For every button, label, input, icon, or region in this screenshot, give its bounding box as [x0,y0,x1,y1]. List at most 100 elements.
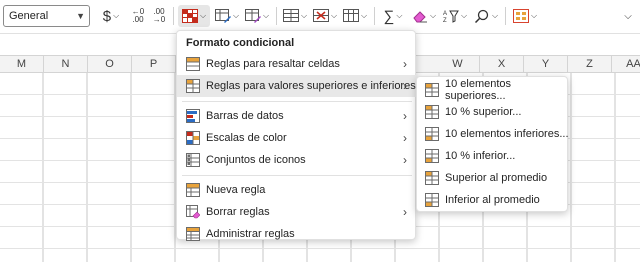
conditional-formatting-menu: Formato condicional Reglas para resaltar… [176,30,417,241]
autosum-button[interactable]: ∑ ⌵ [379,5,407,27]
submenu-item-label: Superior al promedio [445,172,548,184]
submenu-item-below-average[interactable]: Inferior al promedio [417,189,569,211]
add-ins-icon [512,9,529,23]
delete-cells-button[interactable]: ⌵ [311,5,339,27]
toolbar-divider [374,7,375,25]
submenu-item-bottom-10-items[interactable]: 10 elementos inferiores... [417,123,569,145]
decrease-decimals-button[interactable]: .00 →0 [150,5,168,27]
below-average-icon [425,193,439,207]
chevron-down-icon: ⌵ [491,11,499,20]
column-header-y[interactable]: Y [524,56,568,73]
search-icon [474,9,489,23]
sort-filter-button[interactable]: A Z ⌵ [441,5,469,27]
submenu-item-top-10-items[interactable]: 10 elementos superiores... [417,78,569,102]
bottom-10-percent-icon [425,149,439,163]
highlight-rules-icon [186,57,200,71]
menu-item-clear-rules[interactable]: Borrar reglas › [177,201,417,223]
menu-item-label: Conjuntos de iconos [206,154,306,166]
menu-item-label: Reglas para valores superiores e inferio… [206,80,416,92]
menu-item-data-bars[interactable]: Barras de datos › [177,105,417,127]
top-10-items-icon [425,83,439,97]
chevron-down-icon: ⌵ [113,11,120,20]
column-header-p[interactable]: P [132,56,176,73]
column-header-x[interactable]: X [480,56,524,73]
menu-item-label: Reglas para resaltar celdas [206,58,340,70]
submenu-item-label: 10 % inferior... [445,150,516,162]
chevron-right-icon: › [403,205,407,219]
menu-item-label: Barras de datos [206,110,284,122]
format-cells-button[interactable]: ⌵ [341,5,369,27]
clear-rules-icon [186,205,200,219]
above-average-icon [425,171,439,185]
column-header-o[interactable]: O [88,56,132,73]
currency-format-button[interactable]: $ ⌵ [97,5,125,27]
new-rule-icon [186,183,200,197]
conditional-formatting-icon [181,9,198,23]
increase-decimals-button[interactable]: ←0 .00 [129,5,147,27]
manage-rules-icon [186,227,200,241]
insert-cells-button[interactable]: ⌵ [281,5,309,27]
bottom-10-items-icon [425,127,439,141]
chevron-down-icon: ⌵ [232,11,240,20]
cell-styles-button[interactable]: ⌵ [243,5,271,27]
chevron-down-icon: ⌵ [460,11,468,20]
toolbar-divider [276,7,277,25]
ribbon-collapse-button[interactable]: ⌵ [618,5,638,27]
chevron-down-icon: ⌵ [199,11,207,20]
menu-item-color-scales[interactable]: Escalas de color › [177,127,417,149]
column-header-z[interactable]: Z [568,56,612,73]
column-header-w[interactable]: W [436,56,480,73]
data-bars-icon [186,109,200,123]
chevron-down-icon: ⌵ [429,11,437,20]
chevron-right-icon: › [403,109,407,123]
icon-sets-icon [186,153,200,167]
top-10-percent-icon [425,105,439,119]
clear-button[interactable]: ⌵ [410,5,438,27]
menu-item-highlight-cells-rules[interactable]: Reglas para resaltar celdas › [177,53,417,75]
svg-text:Z: Z [443,18,447,23]
menu-item-new-rule[interactable]: Nueva regla [177,179,417,201]
menu-item-label: Borrar reglas [206,206,270,218]
menu-title: Formato condicional [186,37,295,49]
chevron-down-icon: ⌵ [330,11,338,20]
format-cells-icon [342,9,359,22]
add-ins-button[interactable]: ⌵ [510,5,540,27]
chevron-down-icon: ⌵ [624,10,632,22]
toolbar-divider [505,7,506,25]
format-as-table-button[interactable]: ⌵ [213,5,241,27]
autosum-icon: ∑ [383,7,395,25]
delete-cells-icon [312,9,329,22]
conditional-formatting-button[interactable]: ⌵ [178,5,210,27]
submenu-item-bottom-10-percent[interactable]: 10 % inferior... [417,145,569,167]
find-select-button[interactable]: ⌵ [472,5,500,27]
sort-filter-icon: A Z [443,10,459,23]
chevron-right-icon: › [403,153,407,167]
column-header-n[interactable]: N [44,56,88,73]
chevron-down-icon: ⌵ [396,11,403,20]
currency-icon: $ [102,7,112,25]
column-header-m[interactable]: M [0,56,44,73]
chevron-down-icon: ⌵ [530,11,538,20]
column-header-aa[interactable]: AA [612,56,640,73]
eraser-icon [413,11,427,23]
number-format-dropdown[interactable]: General ▼ [3,5,90,27]
menu-divider [182,101,412,102]
submenu-item-label: 10 elementos superiores... [445,78,512,102]
submenu-item-top-10-percent[interactable]: 10 % superior... [417,101,569,123]
menu-item-top-bottom-rules[interactable]: Reglas para valores superiores e inferio… [177,75,417,97]
menu-item-label: Nueva regla [206,184,266,196]
menu-item-label: Administrar reglas [206,228,295,240]
toolbar-divider [173,7,174,25]
svg-text:A: A [443,11,447,17]
decrease-decimals-icon-bottom: →0 [152,15,166,24]
top-bottom-rules-submenu: 10 elementos superiores... 10 % superior… [416,76,569,212]
menu-item-manage-rules[interactable]: Administrar reglas [177,223,417,245]
format-as-table-icon [214,9,231,23]
menu-item-icon-sets[interactable]: Conjuntos de iconos › [177,149,417,171]
menu-item-label: Escalas de color [206,132,287,144]
number-format-value: General [9,10,49,22]
submenu-item-label: 10 % superior... [445,106,522,118]
submenu-item-label: Inferior al promedio [445,194,540,206]
submenu-item-above-average[interactable]: Superior al promedio [417,167,569,189]
chevron-down-icon: ▼ [76,11,85,21]
